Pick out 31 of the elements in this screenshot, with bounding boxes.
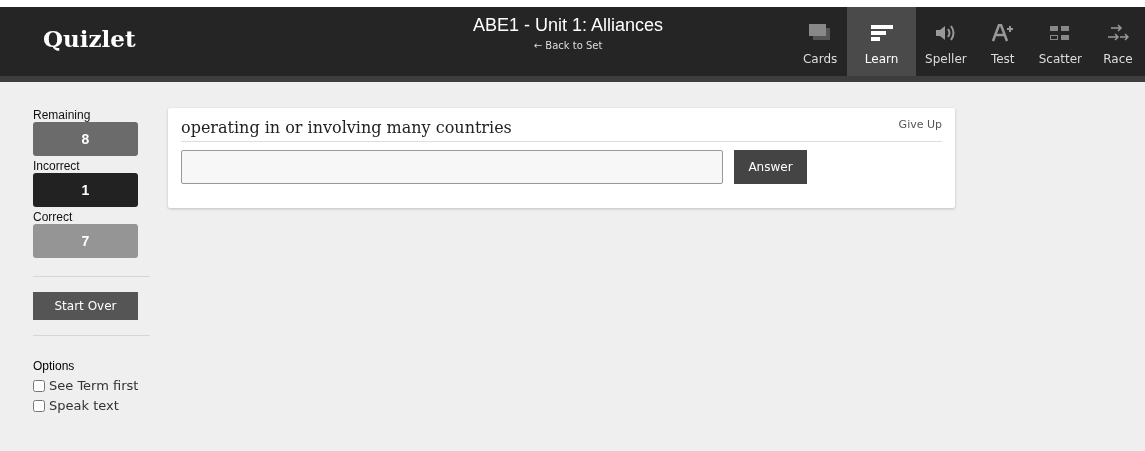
counter-value: 7 <box>33 224 138 258</box>
question-prompt: operating in or involving many countries <box>181 118 512 137</box>
checkbox[interactable] <box>33 379 45 392</box>
answer-button[interactable]: Answer <box>734 150 807 184</box>
mode-tab[interactable]: Speller <box>916 7 976 76</box>
mode-tab[interactable]: Test <box>975 7 1030 76</box>
mode-tab[interactable]: Learn <box>847 7 917 76</box>
bars-icon <box>870 24 893 42</box>
speaker-icon <box>934 24 957 42</box>
mode-tab[interactable]: Race <box>1091 7 1145 76</box>
logo[interactable]: Quizlet <box>43 25 343 52</box>
answer-field[interactable] <box>181 150 723 184</box>
option-label: See Term first <box>49 378 139 393</box>
start-over-button[interactable]: Start Over <box>33 292 138 320</box>
set-title: ABE1 - Unit 1: Alliances <box>473 15 664 36</box>
arrows-icon <box>1107 24 1129 42</box>
options-heading: Options <box>33 359 76 373</box>
counter-label: Correct <box>33 210 74 224</box>
checkbox[interactable] <box>33 399 45 412</box>
counter-value: 8 <box>33 122 138 156</box>
counter-label: Remaining <box>33 108 92 122</box>
counter-value: 1 <box>33 173 138 207</box>
back-link[interactable]: ← Back to Set <box>533 40 603 51</box>
mode-tab[interactable]: Scatter <box>1029 7 1091 76</box>
grid-icon <box>1049 24 1072 42</box>
grade-icon <box>991 24 1014 42</box>
mode-tab[interactable]: Cards <box>793 7 848 76</box>
option-label: Speak text <box>49 398 119 413</box>
cards-icon <box>809 24 832 42</box>
counter-label: Incorrect <box>33 159 81 173</box>
give-up-link[interactable]: Give Up <box>898 118 942 131</box>
